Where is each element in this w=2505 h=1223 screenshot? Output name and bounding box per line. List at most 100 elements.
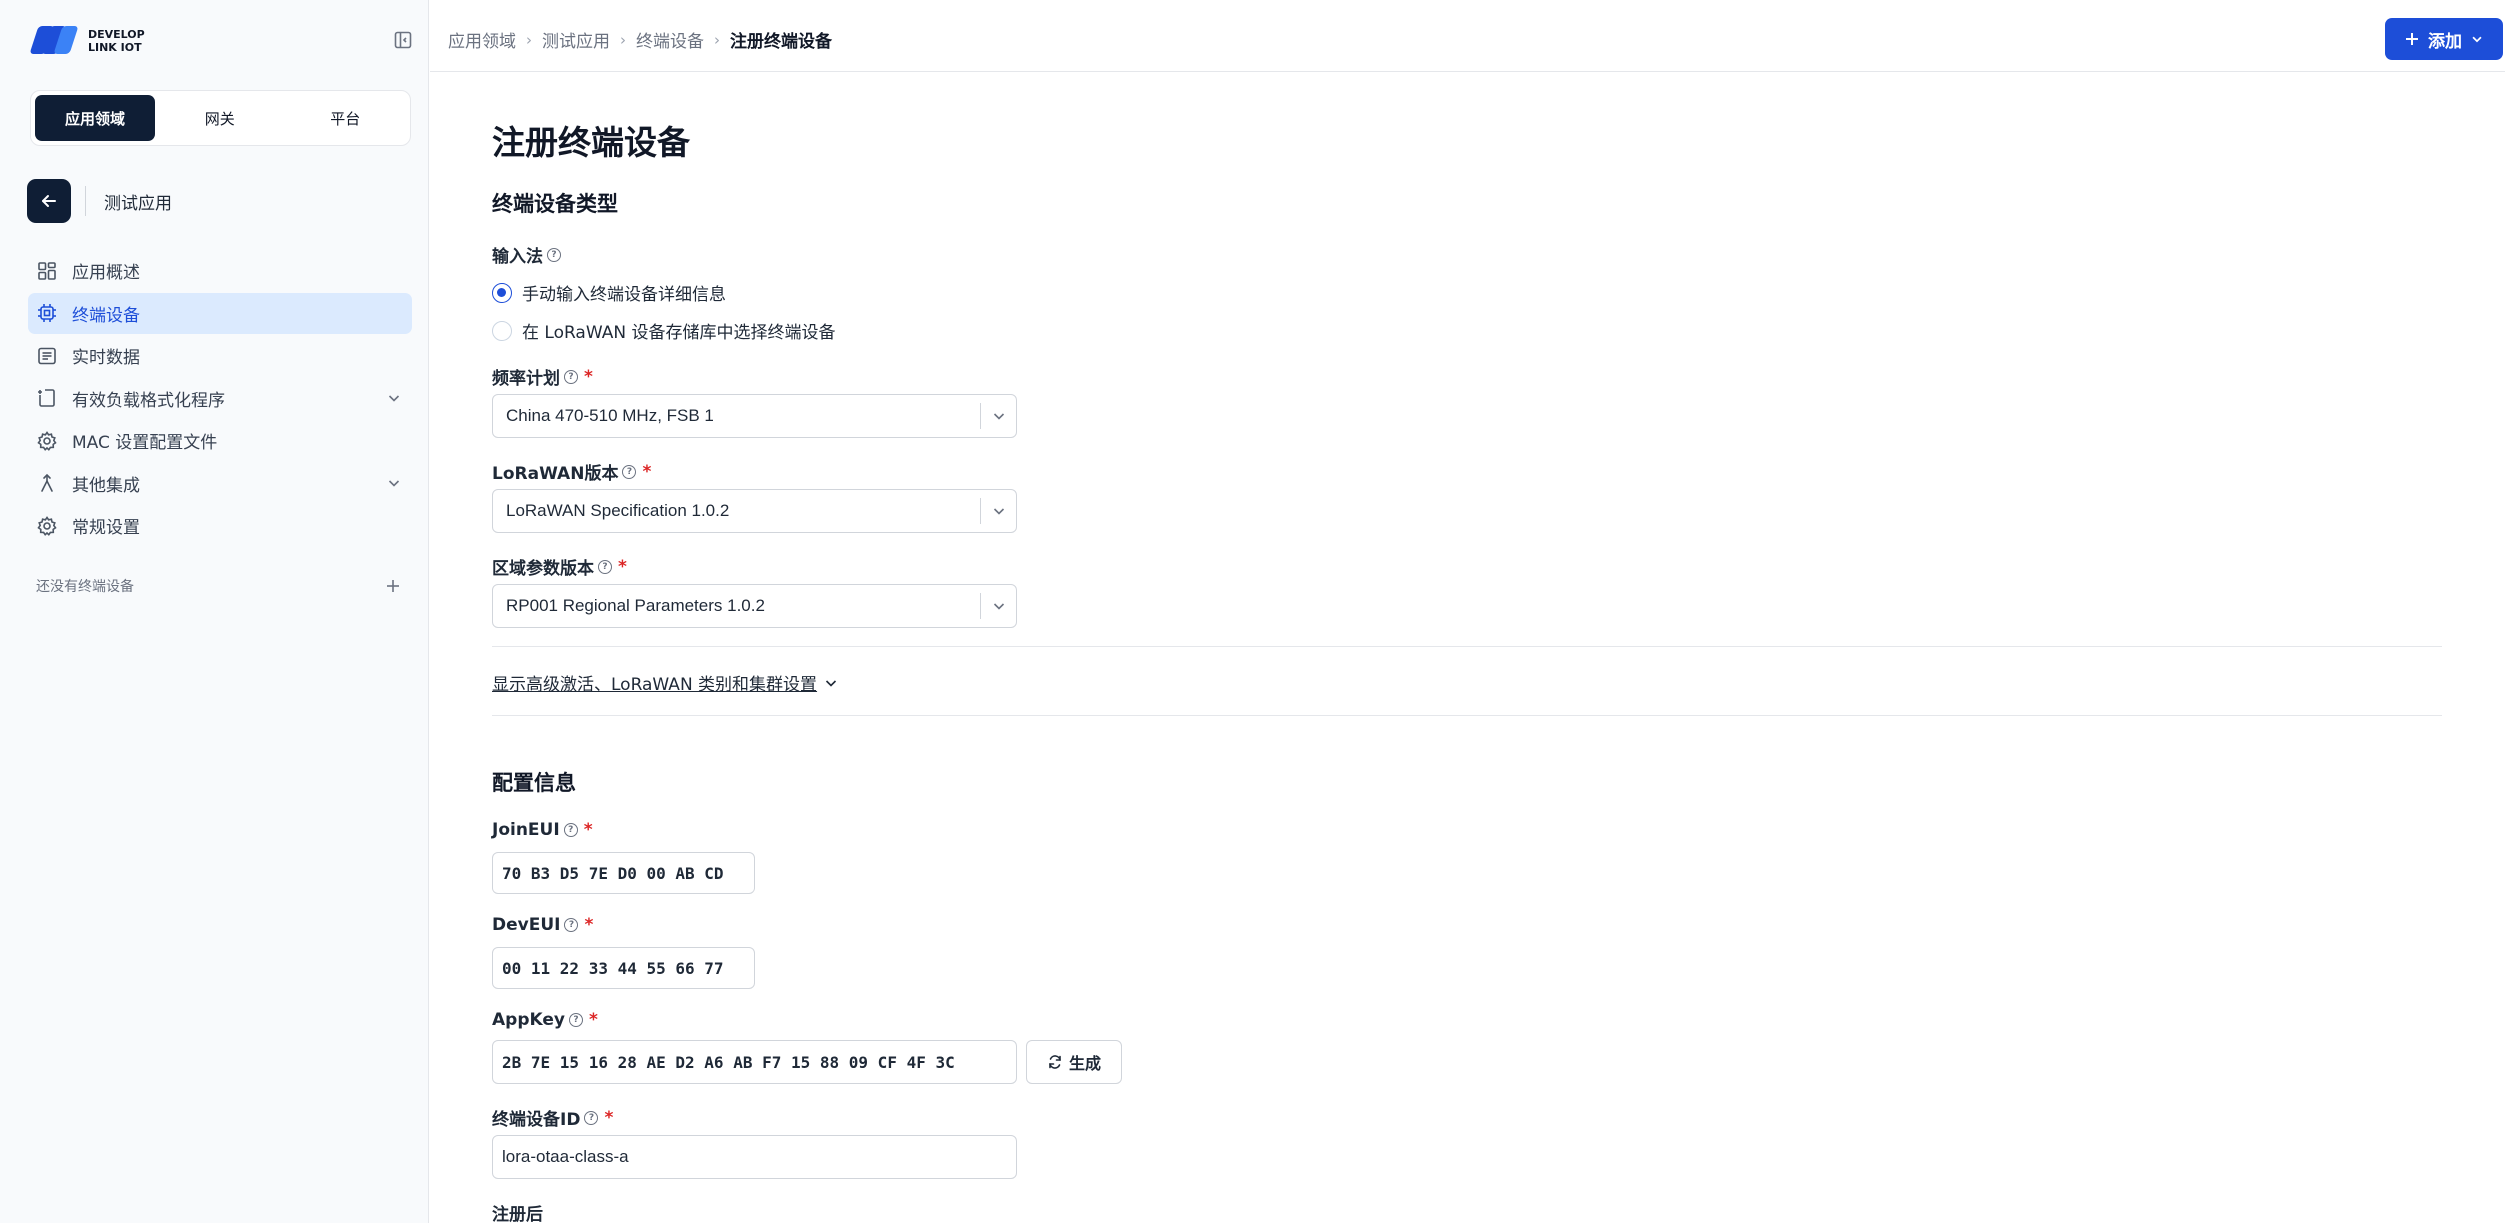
breadcrumb: 应用领域 › 测试应用 › 终端设备 › 注册终端设备	[448, 27, 832, 53]
section-switcher: 应用领域 网关 平台	[30, 90, 411, 146]
add-device-plus-icon[interactable]	[384, 577, 402, 595]
chevron-right-icon: ›	[714, 30, 720, 49]
chevron-down-icon[interactable]	[980, 498, 1016, 524]
app-key-input[interactable]: 2B 7E 15 16 28 AE D2 A6 AB F7 15 88 09 C…	[492, 1040, 1017, 1084]
sidebar-item-general-settings[interactable]: 常规设置	[28, 505, 412, 546]
required-mark: *	[584, 915, 594, 935]
label-text: 终端设备ID	[492, 1110, 581, 1130]
chevron-down-icon[interactable]	[386, 390, 402, 406]
radio-repository[interactable]: 在 LoRaWAN 设备存储库中选择终端设备	[492, 318, 835, 343]
sidebar-item-overview[interactable]: 应用概述	[28, 250, 412, 291]
help-icon[interactable]: ?	[564, 369, 578, 384]
logo-mark-icon	[29, 26, 79, 56]
gear-icon	[36, 515, 58, 537]
sidebar-item-live-data[interactable]: 实时数据	[28, 335, 412, 376]
required-mark: *	[583, 820, 593, 840]
sidebar-nav: 应用概述 终端设备 实时数据 有效负载格式化程序 MAC 设置配置文件 其他集成…	[28, 250, 412, 548]
sidebar-item-label: 终端设备	[72, 305, 140, 326]
frequency-plan-select[interactable]: China 470-510 MHz, FSB 1	[492, 394, 1017, 438]
sidebar-item-payload-formatters[interactable]: 有效负载格式化程序	[28, 378, 412, 419]
chip-icon	[36, 302, 58, 324]
help-icon[interactable]: ?	[563, 823, 578, 837]
app-key-label: AppKey ? *	[492, 1010, 598, 1030]
sidebar-item-label: 其他集成	[72, 475, 140, 496]
logo-text: DEVELOP LINK IOT	[88, 28, 145, 54]
logo-line-1: DEVELOP	[88, 28, 145, 41]
back-row: 测试应用	[27, 179, 172, 223]
section-device-type: 终端设备类型	[492, 192, 618, 216]
arrow-left-icon	[42, 195, 56, 207]
generate-label: 生成	[1068, 1054, 1101, 1073]
required-mark: *	[588, 1010, 598, 1030]
radio-manual[interactable]: 手动输入终端设备详细信息	[492, 280, 726, 305]
sidebar-item-label: 常规设置	[72, 518, 140, 538]
breadcrumb-current: 注册终端设备	[730, 32, 832, 52]
regional-params-select[interactable]: RP001 Regional Parameters 1.0.2	[492, 584, 1017, 628]
sidebar-item-integrations[interactable]: 其他集成	[28, 463, 412, 504]
radio-label: 在 LoRaWAN 设备存储库中选择终端设备	[522, 323, 836, 343]
segment-gateways[interactable]: 网关	[159, 95, 281, 141]
help-icon[interactable]: ?	[598, 559, 612, 574]
help-icon[interactable]: ?	[584, 1110, 599, 1125]
segment-applications[interactable]: 应用领域	[35, 95, 155, 141]
after-register-label: 注册后	[492, 1200, 543, 1223]
help-icon[interactable]: ?	[568, 1013, 583, 1027]
radio-button[interactable]	[492, 320, 512, 341]
divider	[492, 715, 2442, 716]
label-text: AppKey	[492, 1010, 565, 1030]
advanced-settings-toggle[interactable]: 显示高级激活、LoRaWAN 类别和集群设置	[492, 670, 839, 695]
required-mark: *	[584, 366, 593, 387]
brand-logo[interactable]: DEVELOP LINK IOT	[29, 26, 145, 56]
join-eui-input[interactable]: 70 B3 D5 7E D0 00 AB CD	[492, 852, 755, 894]
back-separator	[85, 186, 86, 216]
label-text: 频率计划	[492, 369, 560, 389]
empty-devices-text: 还没有终端设备	[36, 579, 134, 595]
lorawan-version-select[interactable]: LoRaWAN Specification 1.0.2	[492, 489, 1017, 533]
help-icon[interactable]: ?	[547, 247, 561, 262]
required-mark: *	[604, 1107, 614, 1128]
input-method-label: 输入法 ?	[492, 242, 561, 267]
chevron-down-icon[interactable]	[980, 593, 1016, 619]
breadcrumb-end-devices[interactable]: 终端设备	[636, 27, 704, 52]
end-device-list-empty: 还没有终端设备	[36, 576, 402, 596]
dashboard-icon	[36, 260, 58, 282]
dev-eui-input[interactable]: 00 11 22 33 44 55 66 77	[492, 947, 755, 989]
breadcrumb-application[interactable]: 测试应用	[542, 27, 610, 52]
divider	[492, 646, 2442, 647]
select-value: RP001 Regional Parameters 1.0.2	[506, 596, 765, 615]
sidebar-item-mac-settings[interactable]: MAC 设置配置文件	[28, 420, 412, 461]
join-eui-label: JoinEUI ? *	[492, 820, 593, 840]
select-value: LoRaWAN Specification 1.0.2	[506, 501, 730, 520]
help-icon[interactable]: ?	[622, 464, 637, 479]
sidebar: DEVELOP LINK IOT 应用领域 网关 平台 测试应用 应用概述 终端…	[0, 0, 429, 1223]
sidebar-collapse-icon[interactable]	[393, 30, 413, 50]
add-button[interactable]: 添加	[2385, 18, 2503, 60]
list-icon	[36, 345, 58, 367]
section-config: 配置信息	[492, 771, 576, 795]
sidebar-item-end-devices[interactable]: 终端设备	[28, 292, 412, 334]
chevron-down-icon[interactable]	[980, 403, 1016, 429]
radio-button[interactable]	[492, 282, 512, 303]
radio-label: 手动输入终端设备详细信息	[522, 285, 726, 305]
label-text: 注册后	[492, 1205, 543, 1223]
advanced-settings-text: 显示高级激活、LoRaWAN 类别和集群设置	[492, 675, 818, 695]
integration-icon	[36, 472, 58, 494]
top-header: 应用领域 › 测试应用 › 终端设备 › 注册终端设备 添加	[430, 0, 2505, 72]
generate-key-button[interactable]: 生成	[1026, 1040, 1122, 1084]
help-icon[interactable]: ?	[564, 918, 579, 932]
back-button[interactable]	[27, 179, 71, 223]
device-id-label: 终端设备ID ? *	[492, 1105, 614, 1131]
breadcrumb-applications[interactable]: 应用领域	[448, 27, 516, 52]
page-title: 注册终端设备	[492, 123, 690, 162]
sidebar-item-label: MAC 设置配置文件	[72, 433, 218, 453]
segment-platform[interactable]: 平台	[285, 95, 407, 141]
sidebar-item-label: 应用概述	[72, 263, 140, 283]
label-text: JoinEUI	[492, 820, 560, 840]
device-id-input[interactable]: lora-otaa-class-a	[492, 1135, 1017, 1179]
chevron-down-icon[interactable]	[386, 475, 402, 491]
lorawan-version-label: LoRaWAN版本 ? *	[492, 459, 651, 485]
label-text: 区域参数版本	[492, 559, 594, 579]
label-text: LoRaWAN版本	[492, 464, 619, 484]
sidebar-item-label: 有效负载格式化程序	[72, 390, 225, 411]
label-text: 输入法	[492, 247, 543, 267]
